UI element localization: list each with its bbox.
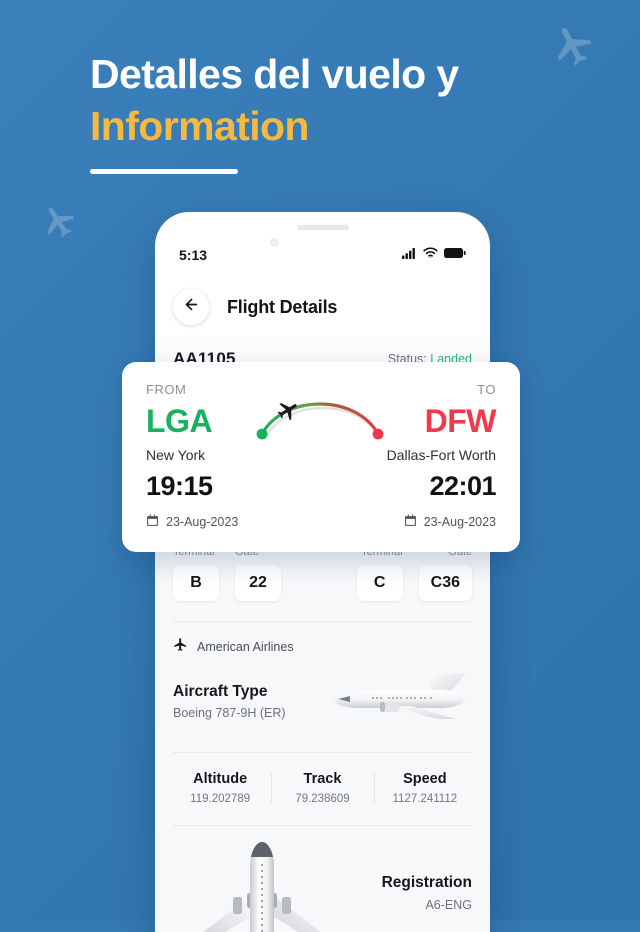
phone-speaker-grille — [296, 225, 349, 230]
headline-line-2: Information — [90, 103, 309, 150]
airplane-top-view-illustration — [187, 840, 337, 932]
arrival-date: 23-Aug-2023 — [423, 514, 496, 529]
stat-speed-label: Speed — [403, 771, 447, 787]
arrival-block: TO DFW Dallas-Fort Worth 22:01 23-Aug-20… — [378, 382, 497, 530]
cellular-signal-icon — [402, 246, 417, 264]
headline-underline — [90, 168, 238, 174]
aircraft-text: Aircraft Type Boeing 787-9H (ER) — [173, 683, 286, 720]
registration-value: A6-ENG — [425, 898, 472, 912]
departure-date-row: 23-Aug-2023 — [146, 514, 264, 530]
headline-line-1: Detalles del vuelo y — [90, 51, 459, 97]
departure-time: 19:15 — [146, 470, 213, 501]
stat-altitude-label: Altitude — [193, 771, 248, 787]
from-label: FROM — [146, 382, 187, 397]
to-city: Dallas-Fort Worth — [386, 446, 496, 463]
stat-speed-value: 1127.241112 — [392, 793, 458, 805]
flight-path-arc — [248, 388, 394, 451]
aircraft-row: Aircraft Type Boeing 787-9H (ER) — [155, 657, 490, 732]
stat-track-label: Track — [303, 771, 342, 787]
registration-title: Registration — [381, 874, 472, 891]
route-card-top: FROM LGA New York 19:15 23-Aug-2023 TO D… — [146, 382, 497, 530]
stat-altitude: Altitude 119.202789 — [169, 771, 271, 805]
arrival-date-row: 23-Aug-2023 — [378, 514, 496, 530]
aircraft-model: Boeing 787-9H (ER) — [173, 706, 286, 720]
stat-track-value: 79.238609 — [295, 793, 350, 805]
airplane-side-view-illustration — [320, 671, 472, 732]
registration-text: Registration A6-ENG — [382, 840, 472, 912]
terminal-gate-row: Terminal B Gate 22 Terminal C Gate C36 — [155, 544, 490, 601]
arrow-left-icon — [183, 296, 200, 318]
calendar-icon — [404, 514, 417, 530]
status-bar-icons — [402, 246, 466, 264]
arrival-terminal-gate: Terminal C Gate C36 — [356, 546, 472, 601]
to-airport-code: DFW — [424, 403, 497, 439]
flight-stats-row: Altitude 119.202789 Track 79.238609 Spee… — [155, 753, 490, 805]
from-city: New York — [146, 446, 206, 463]
airplane-icon — [173, 637, 188, 657]
route-summary-card: FROM LGA New York 19:15 23-Aug-2023 TO D… — [122, 362, 520, 552]
page-title: Flight Details — [227, 296, 338, 317]
back-button[interactable] — [173, 289, 209, 325]
calendar-icon — [146, 514, 159, 530]
airline-row: American Airlines — [155, 622, 490, 657]
departure-terminal-gate: Terminal B Gate 22 — [173, 546, 281, 601]
wifi-icon — [423, 246, 438, 264]
arrival-time: 22:01 — [429, 470, 496, 501]
stat-speed: Speed 1127.241112 — [373, 771, 476, 805]
phone-mockup: 5:13 Flight Details AA1105 Status: Lande… — [155, 212, 490, 932]
arrival-terminal-value: C — [356, 565, 403, 601]
airline-name: American Airlines — [197, 640, 294, 654]
departure-terminal-value: B — [173, 565, 219, 601]
to-label: TO — [477, 382, 496, 397]
status-bar-time: 5:13 — [179, 247, 208, 263]
registration-row: Registration A6-ENG — [155, 826, 490, 932]
battery-icon — [444, 246, 466, 264]
status-bar: 5:13 — [155, 242, 490, 268]
stat-track: Track 79.238609 — [271, 771, 373, 805]
departure-date: 23-Aug-2023 — [166, 514, 239, 529]
promo-headline: Detalles del vuelo y Information — [90, 48, 560, 174]
departure-gate-value: 22 — [235, 565, 281, 601]
aircraft-type-title: Aircraft Type — [173, 683, 268, 700]
stat-altitude-value: 119.202789 — [190, 793, 251, 805]
navigation-bar: Flight Details — [155, 278, 490, 336]
arrival-gate-value: C36 — [418, 565, 472, 601]
departure-block: FROM LGA New York 19:15 23-Aug-2023 — [146, 382, 264, 530]
from-airport-code: LGA — [146, 403, 213, 439]
